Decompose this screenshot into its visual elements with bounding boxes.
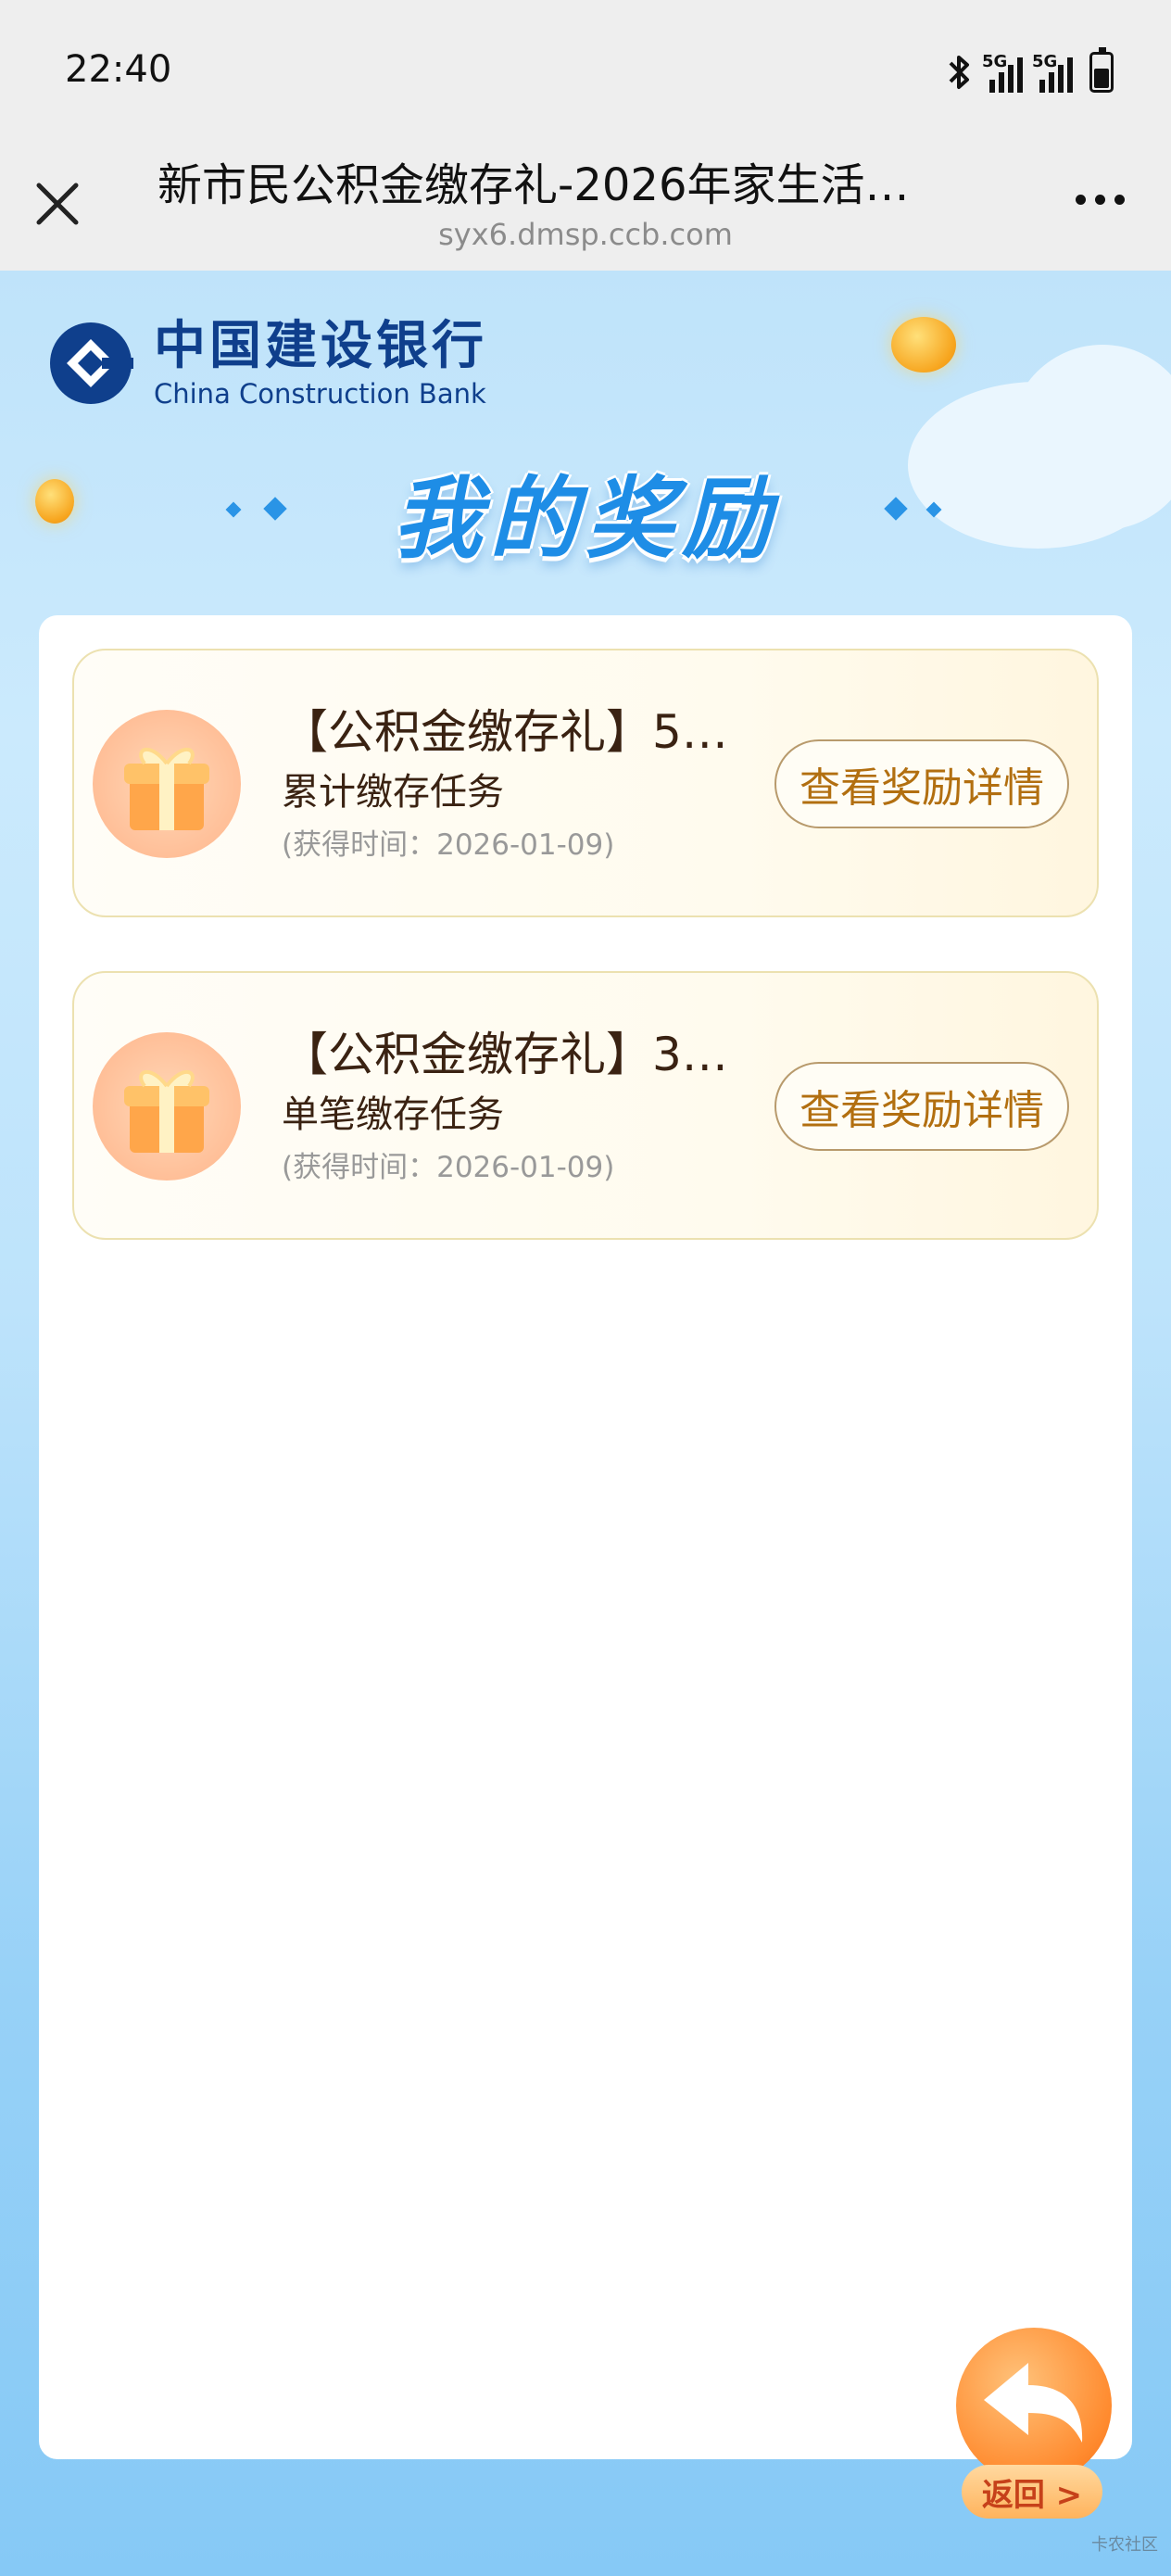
browser-title-bar: 新市民公积金缴存礼-2026年家生活… syx6.dmsp.ccb.com (0, 148, 1171, 271)
gift-box-icon (93, 1032, 241, 1181)
bluetooth-icon (949, 56, 969, 89)
reward-card: 【公积金缴存礼】5… 累计缴存任务 (获得时间：2026-01-09) 查看奖励… (72, 649, 1099, 917)
gift-box-icon (93, 710, 241, 858)
view-reward-details-button[interactable]: 查看奖励详情 (774, 739, 1069, 828)
page-title: 新市民公积金缴存礼-2026年家生活… (157, 159, 910, 211)
reward-task: 累计缴存任务 (282, 771, 504, 814)
main-content: 中国建设银行 China Construction Bank 我的奖励 【公积金… (0, 271, 1171, 2576)
back-arrow-icon (956, 2328, 1112, 2483)
my-rewards-heading: 我的奖励 (393, 467, 778, 571)
page-url: syx6.dmsp.ccb.com (438, 217, 733, 252)
reward-task: 单笔缴存任务 (282, 1093, 504, 1136)
bank-logo: 中国建设银行 China Construction Bank (48, 317, 487, 410)
reward-title: 【公积金缴存礼】3… (282, 1028, 728, 1081)
ccb-logo-icon (50, 322, 133, 404)
status-bar: 22:40 5G 5G (0, 0, 1171, 148)
more-options-icon[interactable] (1076, 195, 1125, 205)
reward-card: 【公积金缴存礼】3… 单笔缴存任务 (获得时间：2026-01-09) 查看奖励… (72, 971, 1099, 1240)
reward-time: (获得时间：2026-01-09) (282, 1151, 615, 1184)
signal-icon-1: 5G (982, 52, 1023, 93)
signal-icon-2: 5G (1032, 52, 1073, 93)
battery-icon (1089, 47, 1114, 93)
rewards-panel: 【公积金缴存礼】5… 累计缴存任务 (获得时间：2026-01-09) 查看奖励… (39, 615, 1132, 2459)
bank-name-cn: 中国建设银行 (154, 316, 487, 376)
reward-time: (获得时间：2026-01-09) (282, 828, 615, 862)
status-icons: 5G 5G (947, 44, 1114, 93)
view-reward-details-button[interactable]: 查看奖励详情 (774, 1062, 1069, 1151)
watermark: 卡农社区 (1091, 2535, 1158, 2555)
reward-title: 【公积金缴存礼】5… (282, 705, 728, 759)
bank-name-en: China Construction Bank (154, 378, 486, 410)
network-type-2: 5G (1032, 52, 1058, 71)
back-button[interactable]: 返回 > (947, 2328, 1121, 2539)
network-type-1: 5G (982, 52, 1008, 71)
back-button-label: 返回 > (962, 2465, 1102, 2519)
coin-decoration (891, 317, 956, 373)
status-time: 22:40 (65, 48, 172, 91)
